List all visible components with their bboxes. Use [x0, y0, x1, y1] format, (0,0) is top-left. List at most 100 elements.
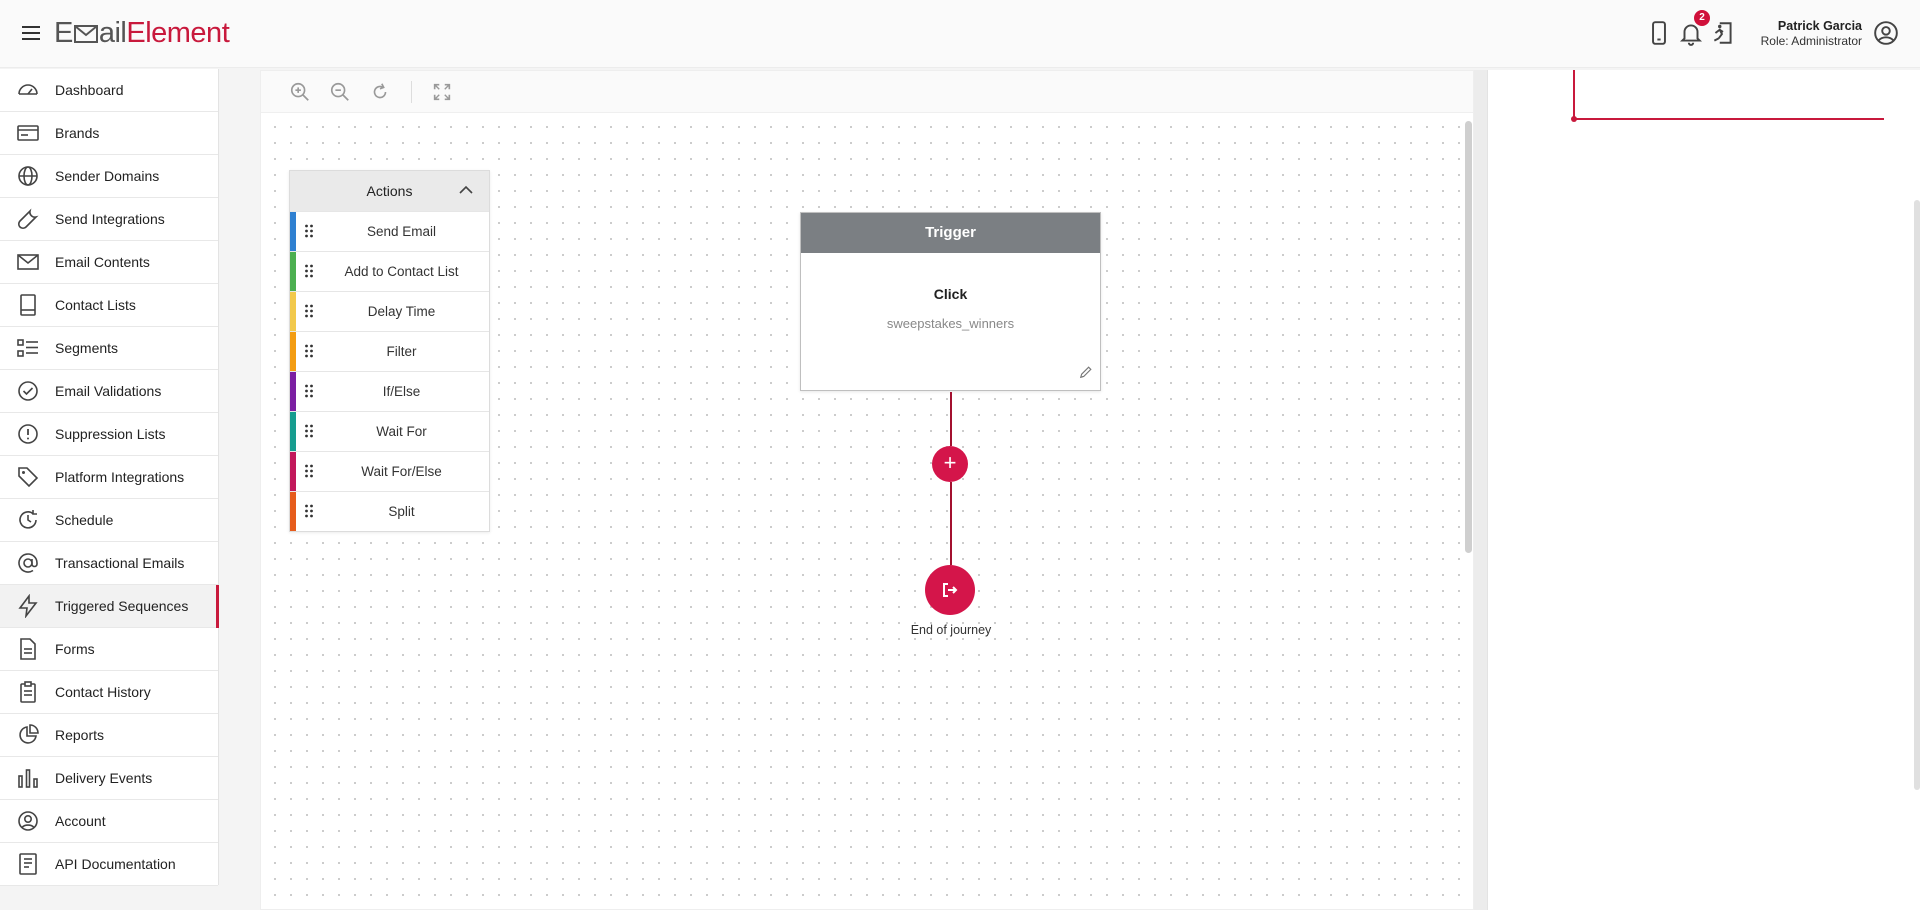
drag-handle-icon[interactable]	[304, 424, 314, 438]
sidebar-item-api-documentation[interactable]: API Documentation	[0, 843, 218, 886]
fullscreen-icon[interactable]	[431, 81, 453, 103]
connector-line-bottom	[950, 482, 952, 565]
sidebar-item-dashboard[interactable]: Dashboard	[0, 69, 218, 112]
action-split[interactable]: Split	[290, 491, 489, 531]
pie-icon	[19, 724, 39, 744]
action-label: Filter	[386, 344, 417, 359]
sidebar-item-email-contents[interactable]: Email Contents	[0, 241, 218, 284]
sidebar-item-forms[interactable]: Forms	[0, 628, 218, 671]
sidebar-item-label: Transactional Emails	[55, 555, 185, 571]
trigger-event: Click	[933, 286, 968, 302]
sidebar-item-label: Segments	[55, 340, 119, 356]
logo-text-part2: ail	[98, 17, 127, 49]
action-label: Wait For/Else	[361, 464, 442, 479]
gauge-icon	[18, 84, 38, 95]
drag-handle-icon[interactable]	[304, 504, 314, 518]
lightning-icon	[18, 594, 38, 618]
actions-panel-header[interactable]: Actions	[290, 171, 489, 211]
wrench-icon	[17, 208, 39, 230]
toolbar-divider	[411, 81, 412, 103]
chevron-up-icon[interactable]	[459, 185, 473, 195]
sidebar-item-transactional-emails[interactable]: Transactional Emails	[0, 542, 218, 585]
sidebar-item-label: Contact Lists	[55, 297, 136, 313]
action-color-bar	[290, 412, 296, 451]
sidebar-item-platform-integrations[interactable]: Platform Integrations	[0, 456, 218, 499]
canvas-grid[interactable]: Actions Send Email Add to Contact List Del…	[261, 113, 1463, 909]
action-wait-for-else[interactable]: Wait For/Else	[290, 451, 489, 491]
sidebar-item-label: Delivery Events	[55, 770, 153, 786]
actions-panel: Actions Send Email Add to Contact List Del…	[289, 170, 490, 532]
sidebar-nav: Dashboard Brands Sender Domains Send Integr…	[0, 69, 219, 886]
drag-handle-icon[interactable]	[304, 384, 314, 398]
drag-handle-icon[interactable]	[304, 464, 314, 478]
canvas-scrollbar[interactable]	[1465, 121, 1472, 553]
drag-handle-icon[interactable]	[304, 224, 314, 238]
sidebar-item-label: Contact History	[55, 684, 151, 700]
sidebar-item-sender-domains[interactable]: Sender Domains	[0, 155, 218, 198]
sidebar-item-label: Send Integrations	[55, 211, 165, 227]
action-wait-for[interactable]: Wait For	[290, 411, 489, 451]
drag-handle-icon[interactable]	[304, 304, 314, 318]
action-label: If/Else	[382, 384, 421, 399]
menu-toggle-icon[interactable]	[22, 22, 40, 44]
sidebar-item-suppression-lists[interactable]: Suppression Lists	[0, 413, 218, 456]
user-circle-icon	[18, 811, 38, 831]
trigger-detail: sweepstakes_winners	[886, 316, 1015, 331]
right-panel-scrollbar[interactable]	[1914, 200, 1920, 790]
action-color-bar	[290, 332, 296, 371]
sidebar-item-label: Email Contents	[55, 254, 150, 270]
zoom-out-icon[interactable]	[329, 81, 351, 103]
sidebar-item-account[interactable]: Account	[0, 800, 218, 843]
app-logo[interactable]: EailElement	[54, 17, 230, 50]
mobile-preview-icon[interactable]	[1646, 20, 1672, 46]
card-icon	[17, 125, 39, 141]
sidebar-item-label: Sender Domains	[55, 168, 160, 184]
top-header: EailElement 2 Patrick Garcia Role: Admin…	[0, 0, 1920, 68]
at-icon	[18, 553, 38, 573]
zoom-in-icon[interactable]	[289, 81, 311, 103]
preview-connector	[1571, 70, 1884, 122]
sidebar-item-email-validations[interactable]: Email Validations	[0, 370, 218, 413]
api-doc-icon	[19, 853, 37, 875]
end-journey-label: End of journey	[910, 623, 992, 637]
sidebar-item-brands[interactable]: Brands	[0, 112, 218, 155]
pencil-icon[interactable]	[1079, 365, 1093, 379]
action-filter[interactable]: Filter	[290, 331, 489, 371]
sidebar-item-contact-history[interactable]: Contact History	[0, 671, 218, 714]
journey-canvas: Actions Send Email Add to Contact List Del…	[260, 70, 1474, 910]
sidebar-item-reports[interactable]: Reports	[0, 714, 218, 757]
end-journey-button[interactable]	[925, 565, 975, 615]
drag-handle-icon[interactable]	[304, 344, 314, 358]
user-avatar-icon[interactable]	[1873, 20, 1899, 46]
alert-circle-icon	[18, 424, 38, 444]
list-icon	[17, 339, 38, 357]
sidebar-item-delivery-events[interactable]: Delivery Events	[0, 757, 218, 800]
sidebar-item-label: Reports	[55, 727, 105, 743]
panel-divider	[1474, 70, 1487, 910]
add-step-button[interactable]: +	[932, 446, 968, 482]
action-color-bar	[290, 292, 296, 331]
sidebar-item-schedule[interactable]: Schedule	[0, 499, 218, 542]
action-color-bar	[290, 212, 296, 251]
sidebar-item-send-integrations[interactable]: Send Integrations	[0, 198, 218, 241]
exit-icon	[943, 583, 958, 597]
logout-icon[interactable]	[1710, 20, 1736, 46]
user-info: Patrick Garcia Role: Administrator	[1761, 19, 1862, 48]
sidebar-item-label: Forms	[55, 641, 95, 657]
action-delay-time[interactable]: Delay Time	[290, 291, 489, 331]
sidebar-item-label: Schedule	[55, 512, 114, 528]
action-send-email[interactable]: Send Email	[290, 211, 489, 251]
sidebar-item-label: Account	[55, 813, 106, 829]
action-add-to-contact-list[interactable]: Add to Contact List	[290, 251, 489, 291]
sidebar-item-segments[interactable]: Segments	[0, 327, 218, 370]
sidebar-item-triggered-sequences[interactable]: Triggered Sequences	[0, 585, 219, 628]
trigger-node[interactable]: Trigger Click sweepstakes_winners	[800, 212, 1101, 391]
bar-chart-icon	[18, 769, 38, 788]
tag-icon	[18, 467, 39, 488]
sidebar-item-contact-lists[interactable]: Contact Lists	[0, 284, 218, 327]
sidebar-item-label: Platform Integrations	[55, 469, 185, 485]
reset-icon[interactable]	[369, 81, 391, 103]
drag-handle-icon[interactable]	[304, 264, 314, 278]
sidebar-item-label: Dashboard	[55, 82, 124, 98]
action-if-else[interactable]: If/Else	[290, 371, 489, 411]
